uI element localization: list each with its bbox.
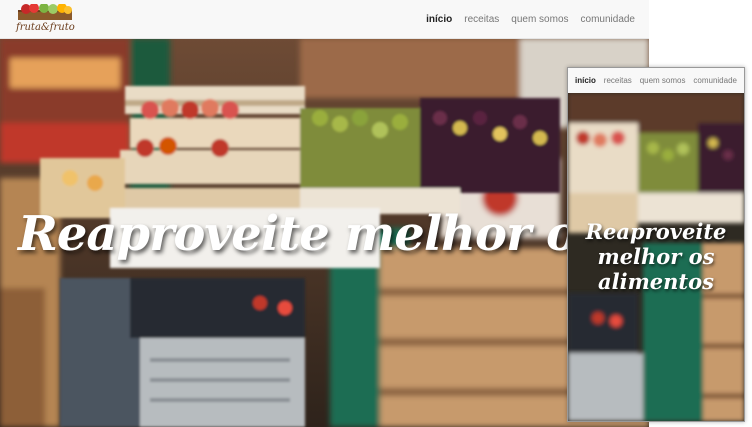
nav-link-inicio[interactable]: início: [426, 14, 452, 25]
nav-links: início receitas quem somos comunidade: [426, 0, 635, 38]
desktop-view: fruta&fruto início receitas quem somos c…: [0, 0, 649, 427]
navbar: fruta&fruto início receitas quem somos c…: [0, 0, 649, 39]
nav-link-quem-somos[interactable]: quem somos: [511, 14, 568, 25]
hero-section: Reaproveite melhor os alimentos: [0, 38, 649, 427]
mobile-nav-link-comunidade[interactable]: comunidade: [693, 76, 737, 85]
mobile-hero-headline: Reaproveite melhor os alimentos: [585, 219, 727, 294]
mobile-navbar: início receitas quem somos comunidade: [568, 68, 744, 93]
mobile-nav-link-quem-somos[interactable]: quem somos: [640, 76, 686, 85]
mobile-hero-section: Reaproveite melhor os alimentos: [568, 93, 744, 421]
nav-link-comunidade[interactable]: comunidade: [581, 14, 635, 25]
mobile-preview: início receitas quem somos comunidade Re…: [567, 67, 745, 422]
brand-name: fruta&fruto: [16, 22, 75, 33]
brand-logo[interactable]: fruta&fruto: [16, 4, 75, 36]
mobile-nav-link-receitas[interactable]: receitas: [604, 76, 632, 85]
hero-headline: Reaproveite melhor os alimentos: [18, 206, 649, 262]
fruit-crate-icon: [18, 4, 72, 20]
nav-link-receitas[interactable]: receitas: [464, 14, 499, 25]
mobile-nav-link-inicio[interactable]: início: [575, 76, 596, 85]
